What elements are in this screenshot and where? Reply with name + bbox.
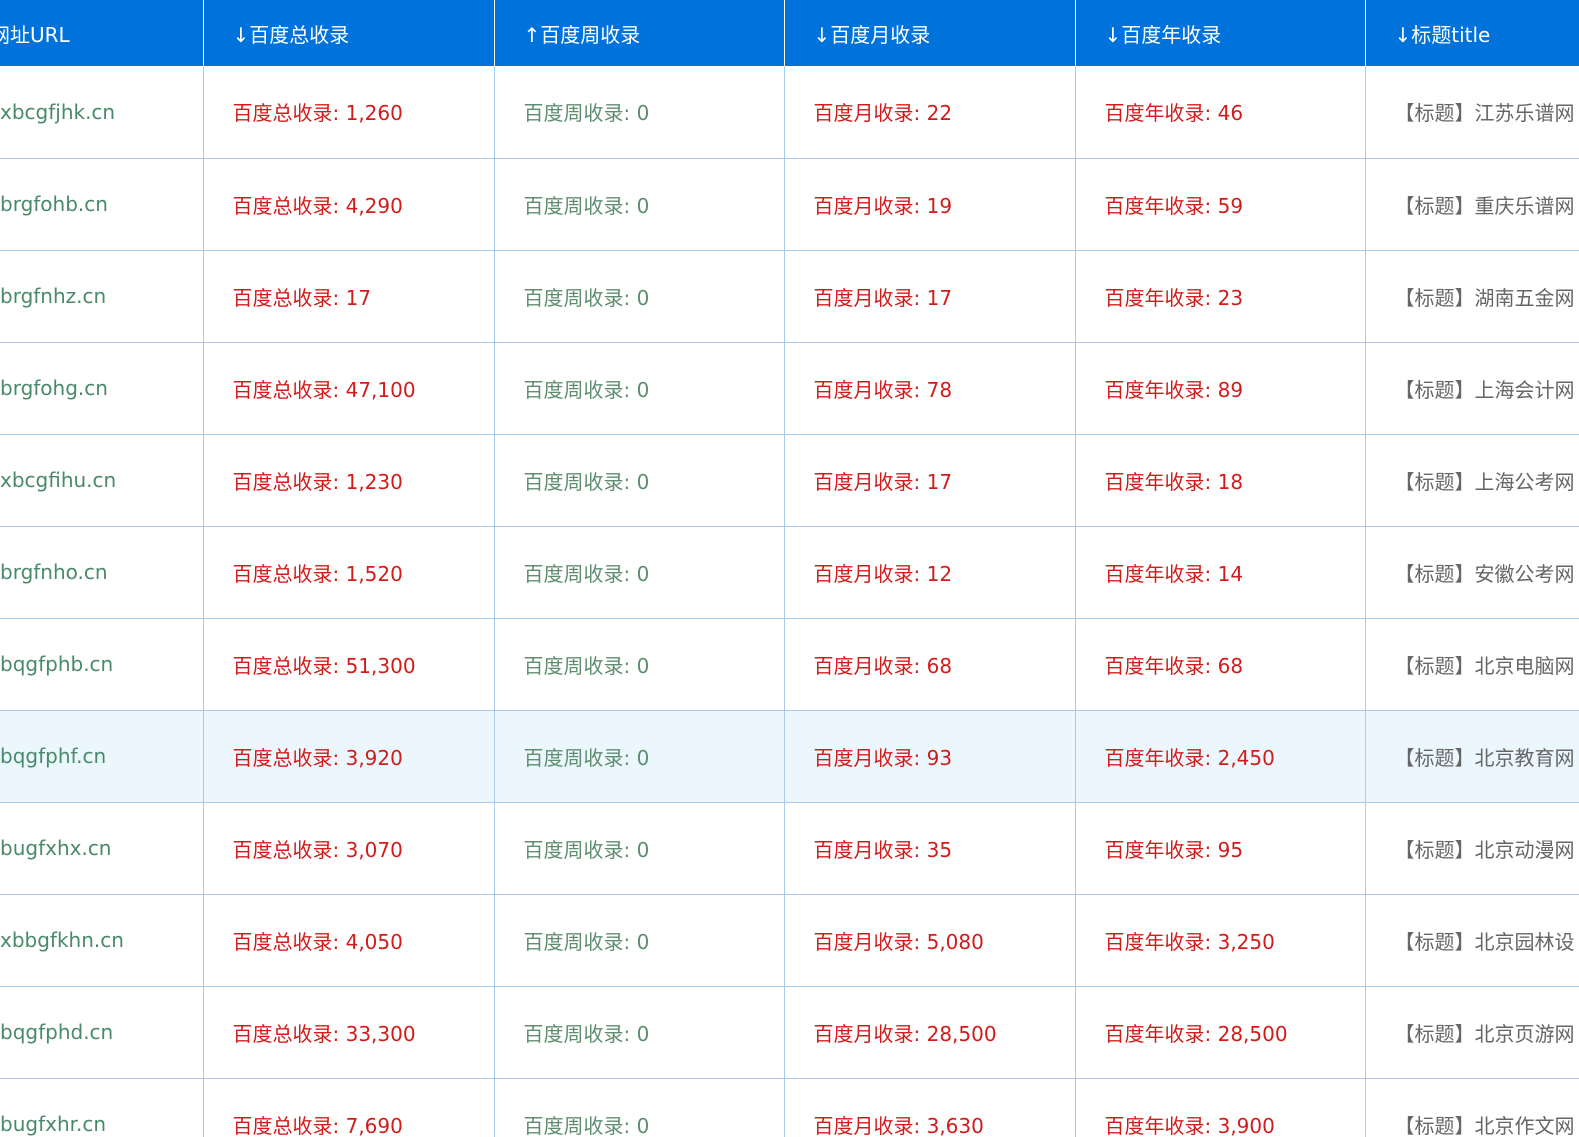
cell-title: 【标题】北京动漫网	[1365, 802, 1579, 895]
cell-url[interactable]: xbcgfjhk.cn	[0, 66, 204, 159]
cell-total: 百度总收录: 47,100	[203, 342, 495, 435]
cell-year: 百度年收录: 3,900	[1075, 1078, 1366, 1137]
table-row: xbbgfkhn.cn 百度总收录: 4,050 百度周收录: 0 百度月收录:…	[0, 894, 1579, 987]
cell-title: 【标题】江苏乐谱网	[1365, 66, 1579, 159]
column-header-month[interactable]: ↓百度月收录	[784, 0, 1076, 66]
cell-url[interactable]: xbbgfkhn.cn	[0, 894, 204, 987]
cell-year: 百度年收录: 3,250	[1075, 894, 1366, 987]
cell-total: 百度总收录: 4,050	[203, 894, 495, 987]
table-row: bqgfphd.cn 百度总收录: 33,300 百度周收录: 0 百度月收录:…	[0, 986, 1579, 1079]
table-row: bugfxhx.cn 百度总收录: 3,070 百度周收录: 0 百度月收录: …	[0, 802, 1579, 895]
table-row: brgfnhz.cn 百度总收录: 17 百度周收录: 0 百度月收录: 17 …	[0, 250, 1579, 343]
cell-year: 百度年收录: 46	[1075, 66, 1366, 159]
cell-total: 百度总收录: 17	[203, 250, 495, 343]
table-header: 网址URL ↓百度总收录 ↑百度周收录 ↓百度月收录 ↓百度年收录 ↓标题tit…	[0, 0, 1579, 66]
indexing-table: 网址URL ↓百度总收录 ↑百度周收录 ↓百度月收录 ↓百度年收录 ↓标题tit…	[0, 0, 1579, 1137]
cell-url[interactable]: bqgfphb.cn	[0, 618, 204, 711]
header-row: 网址URL ↓百度总收录 ↑百度周收录 ↓百度月收录 ↓百度年收录 ↓标题tit…	[0, 0, 1579, 66]
cell-total: 百度总收录: 4,290	[203, 158, 495, 251]
cell-month: 百度月收录: 93	[784, 710, 1076, 803]
cell-year: 百度年收录: 89	[1075, 342, 1366, 435]
cell-url[interactable]: brgfnhz.cn	[0, 250, 204, 343]
cell-title: 【标题】北京电脑网	[1365, 618, 1579, 711]
table-row: xbcgfjhk.cn 百度总收录: 1,260 百度周收录: 0 百度月收录:…	[0, 66, 1579, 159]
table-row-highlighted: bqgfphf.cn 百度总收录: 3,920 百度周收录: 0 百度月收录: …	[0, 710, 1579, 803]
cell-title: 【标题】北京作文网	[1365, 1078, 1579, 1137]
cell-week: 百度周收录: 0	[494, 710, 785, 803]
cell-url[interactable]: bqgfphd.cn	[0, 986, 204, 1079]
column-header-url[interactable]: 网址URL	[0, 0, 204, 66]
cell-month: 百度月收录: 12	[784, 526, 1076, 619]
cell-year: 百度年收录: 23	[1075, 250, 1366, 343]
table-row: bqgfphb.cn 百度总收录: 51,300 百度周收录: 0 百度月收录:…	[0, 618, 1579, 711]
cell-month: 百度月收录: 78	[784, 342, 1076, 435]
cell-year: 百度年收录: 95	[1075, 802, 1366, 895]
cell-title: 【标题】北京园林设	[1365, 894, 1579, 987]
cell-month: 百度月收录: 22	[784, 66, 1076, 159]
column-header-week[interactable]: ↑百度周收录	[494, 0, 785, 66]
cell-url[interactable]: brgfohb.cn	[0, 158, 204, 251]
cell-year: 百度年收录: 2,450	[1075, 710, 1366, 803]
cell-title: 【标题】重庆乐谱网	[1365, 158, 1579, 251]
cell-url[interactable]: bugfxhx.cn	[0, 802, 204, 895]
cell-title: 【标题】北京页游网	[1365, 986, 1579, 1079]
cell-year: 百度年收录: 28,500	[1075, 986, 1366, 1079]
cell-url[interactable]: brgfohg.cn	[0, 342, 204, 435]
cell-month: 百度月收录: 19	[784, 158, 1076, 251]
column-header-total[interactable]: ↓百度总收录	[203, 0, 495, 66]
cell-week: 百度周收录: 0	[494, 1078, 785, 1137]
table-viewport: 网址URL ↓百度总收录 ↑百度周收录 ↓百度月收录 ↓百度年收录 ↓标题tit…	[0, 0, 1579, 1137]
column-header-year[interactable]: ↓百度年收录	[1075, 0, 1366, 66]
cell-week: 百度周收录: 0	[494, 618, 785, 711]
cell-url[interactable]: bqgfphf.cn	[0, 710, 204, 803]
cell-total: 百度总收录: 1,260	[203, 66, 495, 159]
cell-week: 百度周收录: 0	[494, 526, 785, 619]
cell-url[interactable]: brgfnho.cn	[0, 526, 204, 619]
cell-week: 百度周收录: 0	[494, 986, 785, 1079]
cell-month: 百度月收录: 5,080	[784, 894, 1076, 987]
cell-week: 百度周收录: 0	[494, 434, 785, 527]
column-header-title[interactable]: ↓标题title	[1365, 0, 1579, 66]
cell-week: 百度周收录: 0	[494, 158, 785, 251]
cell-week: 百度周收录: 0	[494, 342, 785, 435]
cell-month: 百度月收录: 17	[784, 250, 1076, 343]
table-row: xbcgfihu.cn 百度总收录: 1,230 百度周收录: 0 百度月收录:…	[0, 434, 1579, 527]
cell-total: 百度总收录: 3,920	[203, 710, 495, 803]
cell-week: 百度周收录: 0	[494, 802, 785, 895]
cell-title: 【标题】上海会计网	[1365, 342, 1579, 435]
cell-total: 百度总收录: 1,230	[203, 434, 495, 527]
table-row: brgfnho.cn 百度总收录: 1,520 百度周收录: 0 百度月收录: …	[0, 526, 1579, 619]
cell-total: 百度总收录: 7,690	[203, 1078, 495, 1137]
cell-year: 百度年收录: 68	[1075, 618, 1366, 711]
cell-month: 百度月收录: 28,500	[784, 986, 1076, 1079]
cell-week: 百度周收录: 0	[494, 66, 785, 159]
cell-year: 百度年收录: 59	[1075, 158, 1366, 251]
table-row: brgfohb.cn 百度总收录: 4,290 百度周收录: 0 百度月收录: …	[0, 158, 1579, 251]
cell-total: 百度总收录: 1,520	[203, 526, 495, 619]
cell-total: 百度总收录: 51,300	[203, 618, 495, 711]
cell-week: 百度周收录: 0	[494, 250, 785, 343]
cell-month: 百度月收录: 17	[784, 434, 1076, 527]
table-row: brgfohg.cn 百度总收录: 47,100 百度周收录: 0 百度月收录:…	[0, 342, 1579, 435]
cell-title: 【标题】湖南五金网	[1365, 250, 1579, 343]
cell-week: 百度周收录: 0	[494, 894, 785, 987]
table-row: bugfxhr.cn 百度总收录: 7,690 百度周收录: 0 百度月收录: …	[0, 1078, 1579, 1137]
cell-url[interactable]: xbcgfihu.cn	[0, 434, 204, 527]
cell-title: 【标题】上海公考网	[1365, 434, 1579, 527]
cell-title: 【标题】安徽公考网	[1365, 526, 1579, 619]
cell-month: 百度月收录: 3,630	[784, 1078, 1076, 1137]
cell-month: 百度月收录: 35	[784, 802, 1076, 895]
cell-url[interactable]: bugfxhr.cn	[0, 1078, 204, 1137]
cell-year: 百度年收录: 18	[1075, 434, 1366, 527]
cell-year: 百度年收录: 14	[1075, 526, 1366, 619]
cell-title: 【标题】北京教育网	[1365, 710, 1579, 803]
cell-total: 百度总收录: 33,300	[203, 986, 495, 1079]
cell-total: 百度总收录: 3,070	[203, 802, 495, 895]
cell-month: 百度月收录: 68	[784, 618, 1076, 711]
table-body: xbcgfjhk.cn 百度总收录: 1,260 百度周收录: 0 百度月收录:…	[0, 66, 1579, 1137]
